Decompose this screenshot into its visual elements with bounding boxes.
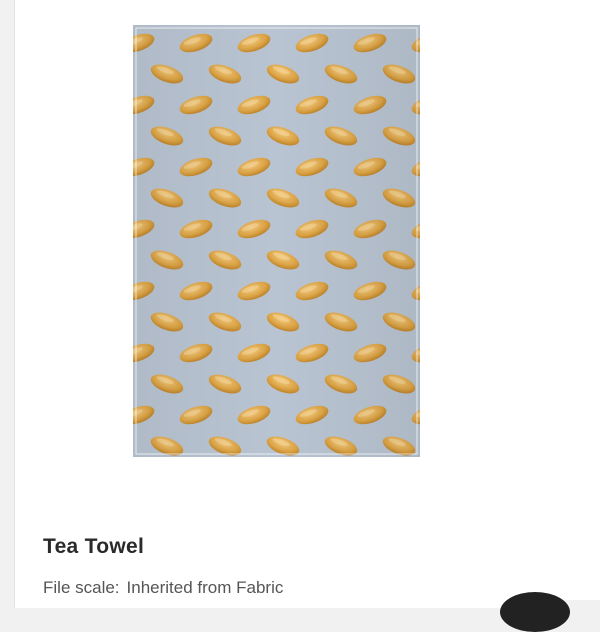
page-gutter [538,0,600,600]
tea-towel-pattern [133,25,420,457]
file-scale-info: File scale: Inherited from Fabric [43,578,283,598]
product-title: Tea Towel [43,535,145,558]
circle-button-icon[interactable] [500,592,570,632]
file-scale-label: File scale: [43,578,120,597]
tea-towel-preview-image[interactable] [133,25,420,457]
file-scale-value: Inherited from Fabric [126,578,284,597]
